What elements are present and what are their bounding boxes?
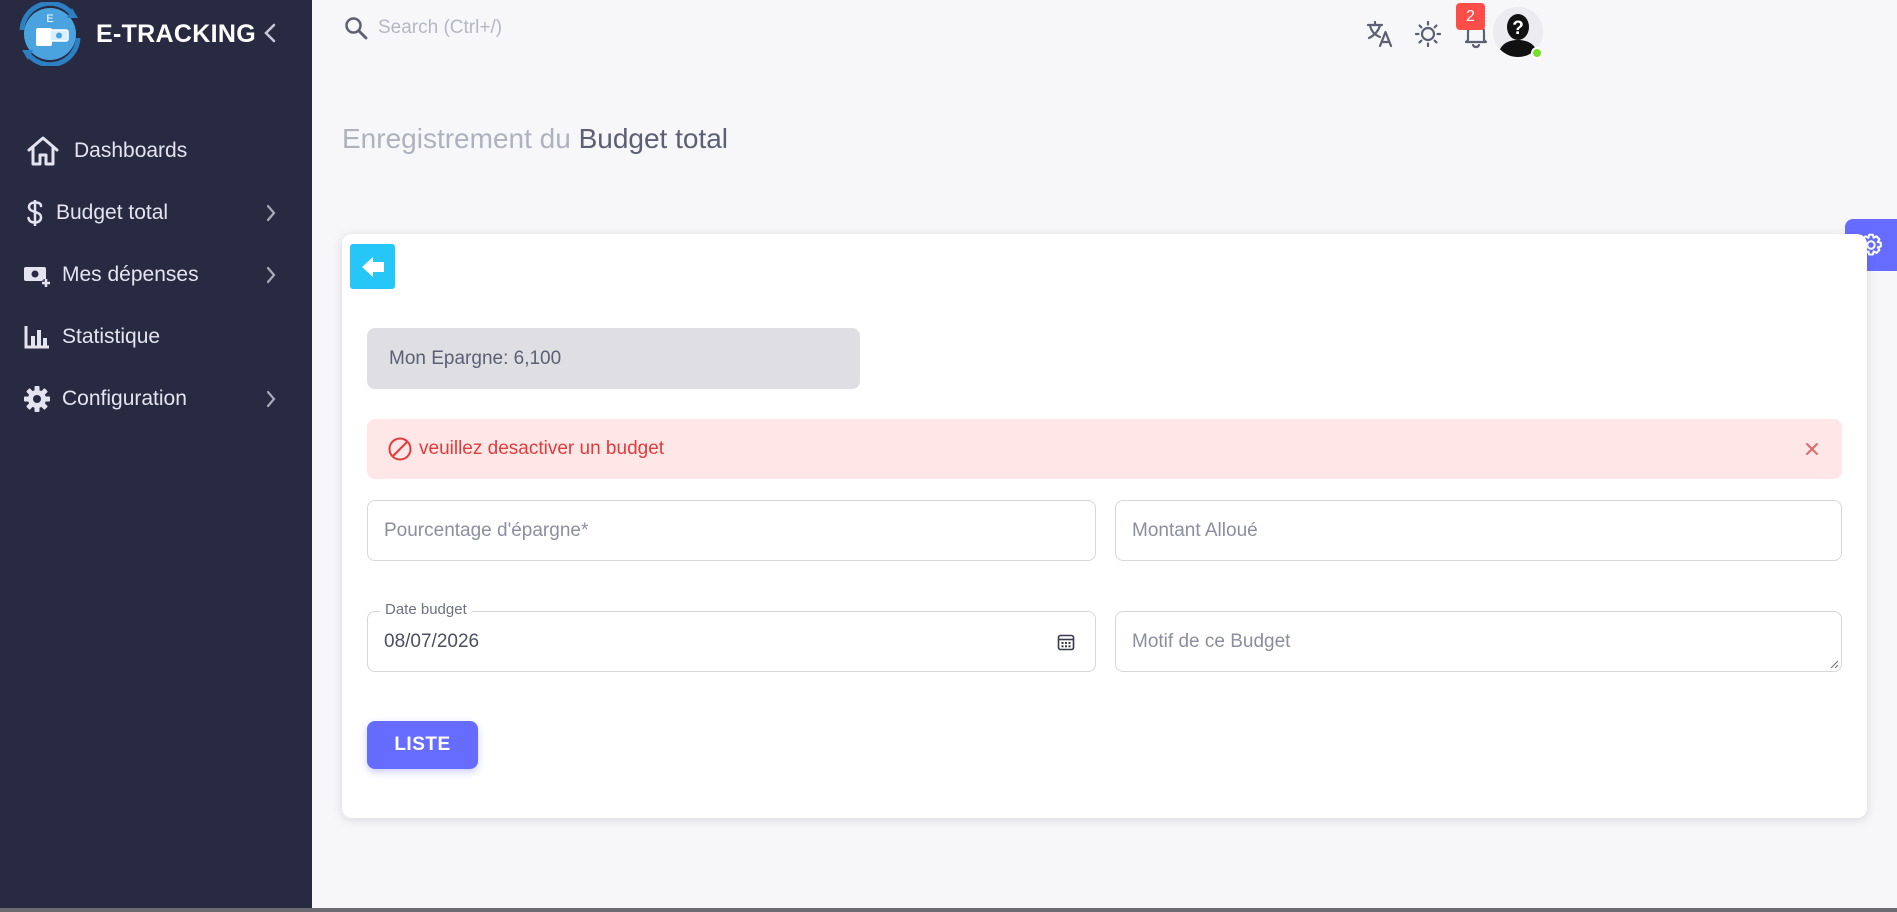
- budget-form-card: Mon Epargne: 6,100 veuillez desactiver u…: [342, 234, 1867, 818]
- avatar-glyph: ?: [1512, 18, 1524, 39]
- window-bottom-edge: [0, 908, 1897, 912]
- alert-close-button[interactable]: [1800, 437, 1824, 461]
- calendar-button[interactable]: [1055, 631, 1077, 653]
- motif-field: [1115, 611, 1842, 672]
- sidebar-item-budget-total[interactable]: Budget total: [0, 182, 312, 244]
- pourcentage-field: [367, 500, 1096, 561]
- brightness-icon: [1414, 20, 1442, 48]
- page-title-main: Budget total: [578, 123, 729, 154]
- sidebar-item-label: Budget total: [56, 201, 169, 224]
- calendar-icon: [1057, 634, 1075, 651]
- liste-button[interactable]: LISTE: [367, 721, 478, 769]
- pourcentage-input[interactable]: [368, 501, 1095, 560]
- error-alert: veuillez desactiver un budget: [367, 419, 1842, 479]
- page-title-prefix: Enregistrement du: [342, 123, 571, 154]
- logo-letter: E: [46, 13, 53, 25]
- sidebar-item-dashboards[interactable]: Dashboards: [0, 120, 312, 182]
- date-budget-label: Date budget: [380, 601, 472, 618]
- cash-plus-icon: [22, 256, 52, 294]
- home-icon: [24, 132, 62, 170]
- sidebar-item-label: Dashboards: [74, 139, 188, 162]
- online-status-dot: [1531, 47, 1543, 59]
- page-title: Enregistrement du Budget total: [342, 123, 728, 155]
- chevron-right-icon: [260, 201, 282, 225]
- gear-icon: [22, 380, 52, 418]
- sidebar-item-label: Configuration: [62, 387, 187, 410]
- montant-field: [1115, 500, 1842, 561]
- search-icon: [345, 17, 368, 40]
- arrow-left-icon: [361, 256, 384, 277]
- chevron-left-icon: [264, 23, 276, 43]
- theme-toggle-button[interactable]: [1410, 16, 1446, 52]
- e-tracking-logo: E: [12, 0, 88, 68]
- sidebar-nav: Dashboards Budget total Mes dépenses Sta…: [0, 120, 312, 430]
- chart-bar-icon: [22, 318, 52, 356]
- epargne-display: Mon Epargne: 6,100: [367, 328, 860, 389]
- sidebar-item-statistique[interactable]: Statistique: [0, 306, 312, 368]
- close-icon: [1806, 443, 1818, 455]
- block-icon: [387, 436, 413, 462]
- back-button[interactable]: [350, 244, 395, 289]
- sidebar-item-label: Statistique: [62, 325, 161, 348]
- collapse-sidebar-button[interactable]: [258, 18, 282, 48]
- sidebar-item-configuration[interactable]: Configuration: [0, 368, 312, 430]
- language-button[interactable]: [1362, 16, 1398, 52]
- date-budget-input[interactable]: [368, 612, 1095, 671]
- sidebar: E E-TRACKING Dashboards Budget total Mes…: [0, 0, 312, 912]
- chevron-right-icon: [260, 387, 282, 411]
- chevron-right-icon: [260, 263, 282, 287]
- alert-message: veuillez desactiver un budget: [419, 438, 665, 459]
- topbar: Search (Ctrl+/) 2 ?: [312, 0, 1897, 68]
- resize-handle-icon[interactable]: [1829, 659, 1839, 669]
- montant-input[interactable]: [1116, 501, 1841, 560]
- translate-icon: [1366, 20, 1393, 48]
- brand-name: E-TRACKING: [96, 19, 256, 48]
- search-placeholder: Search (Ctrl+/): [378, 17, 503, 38]
- sidebar-item-mes-depenses[interactable]: Mes dépenses: [0, 244, 312, 306]
- sidebar-item-label: Mes dépenses: [62, 263, 199, 286]
- notification-badge: 2: [1456, 3, 1485, 30]
- dollar-icon: [20, 194, 50, 232]
- brand[interactable]: E E-TRACKING: [12, 0, 256, 68]
- date-budget-field: Date budget: [367, 601, 1096, 672]
- search-bar[interactable]: Search (Ctrl+/): [342, 14, 502, 42]
- motif-input[interactable]: [1116, 612, 1841, 671]
